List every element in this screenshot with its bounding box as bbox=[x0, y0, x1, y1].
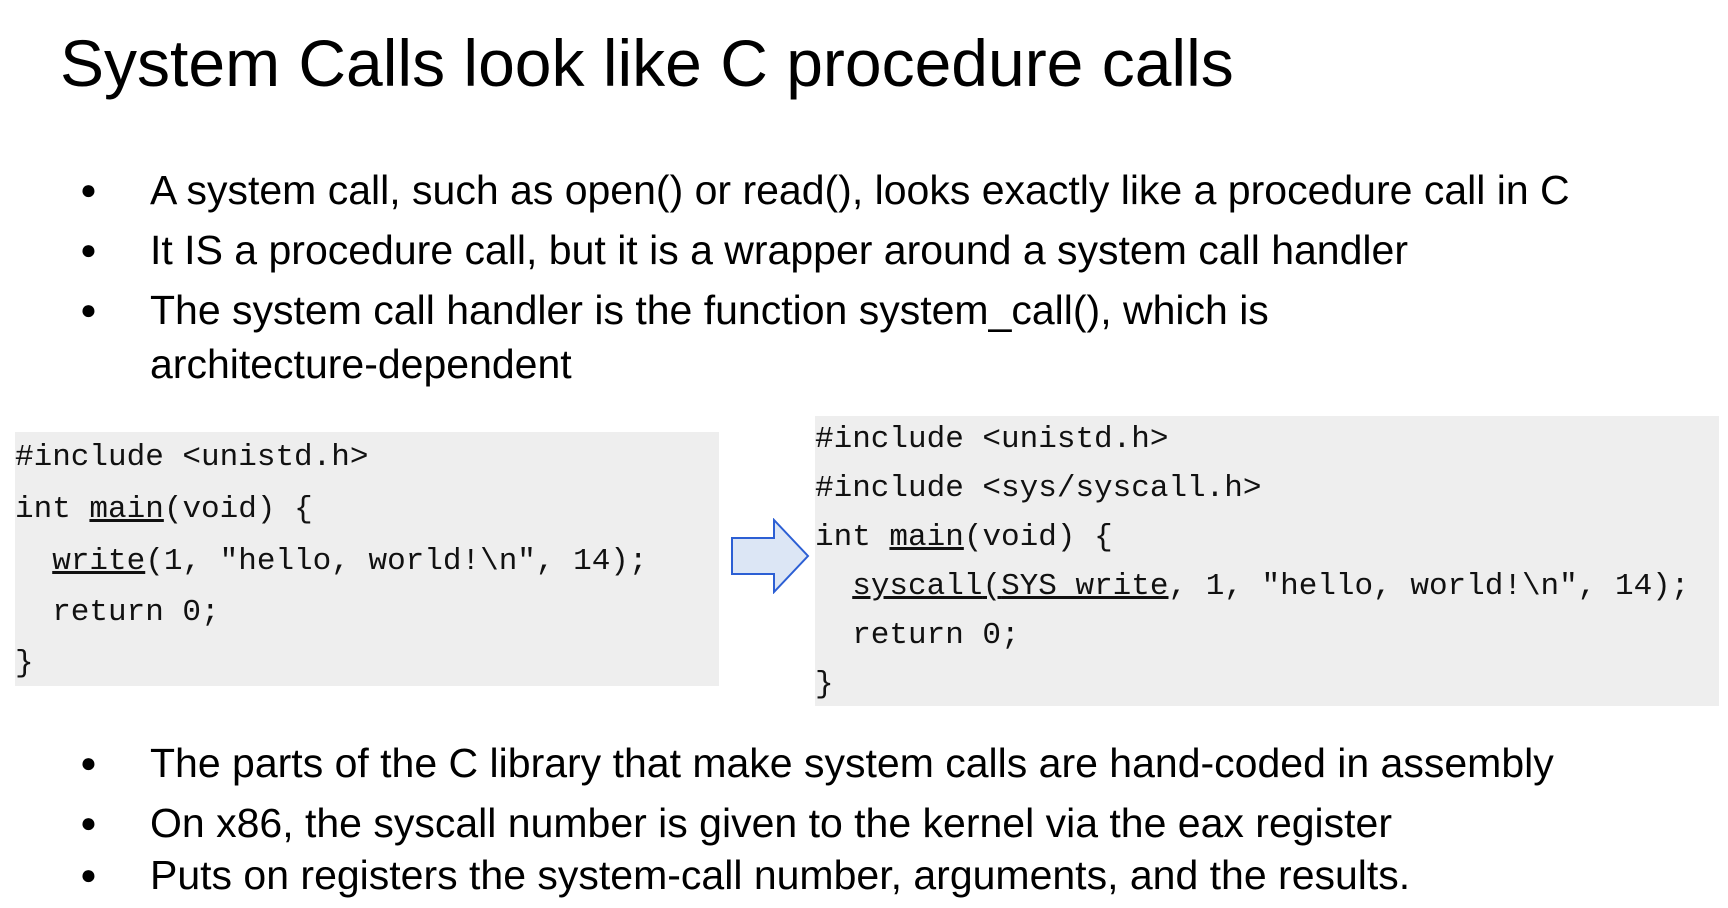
bullet-dot: ● bbox=[80, 174, 97, 205]
code-line: int main(void) { bbox=[15, 490, 313, 530]
code-block-right: #include <unistd.h> #include <sys/syscal… bbox=[815, 416, 1719, 706]
code-block-left: #include <unistd.h> int main(void) { wri… bbox=[15, 432, 719, 686]
bullet-dot: ● bbox=[80, 859, 97, 890]
code-token-constant: SYS_write bbox=[1001, 569, 1169, 604]
code-token: (void) { bbox=[163, 492, 313, 527]
bullet-dot: ● bbox=[80, 747, 97, 778]
code-token-function: syscall bbox=[852, 569, 983, 604]
bullet-text: A system call, such as open() or read(),… bbox=[150, 167, 1570, 213]
code-token: , 1, "hello, world!\n", 14); bbox=[1168, 569, 1690, 604]
bullet-dot: ● bbox=[80, 807, 97, 838]
code-token-function: write bbox=[52, 544, 146, 579]
code-line: } bbox=[815, 667, 834, 702]
bullet-text: The parts of the C library that make sys… bbox=[150, 740, 1554, 786]
bullet-text: On x86, the syscall number is given to t… bbox=[150, 800, 1393, 846]
code-token: int bbox=[15, 492, 90, 527]
code-token-function: main bbox=[889, 520, 964, 555]
bullet-dot: ● bbox=[80, 294, 97, 325]
code-line: syscall(SYS_write, 1, "hello, world!\n",… bbox=[815, 567, 1689, 607]
code-line: #include <unistd.h> bbox=[15, 440, 369, 475]
bullet-text: Puts on registers the system-call number… bbox=[150, 852, 1411, 898]
right-arrow-icon bbox=[731, 518, 810, 594]
bullet-text: architecture-dependent bbox=[150, 341, 572, 387]
code-line: #include <sys/syscall.h> bbox=[815, 471, 1262, 506]
code-line: return 0; bbox=[815, 618, 1020, 653]
bullet-text: The system call handler is the function … bbox=[150, 287, 1269, 333]
code-token: (void) { bbox=[963, 520, 1113, 555]
slide-title: System Calls look like C procedure calls bbox=[60, 26, 1234, 100]
code-line: int main(void) { bbox=[815, 518, 1113, 558]
code-line: return 0; bbox=[15, 595, 220, 630]
bullet-text: It IS a procedure call, but it is a wrap… bbox=[150, 227, 1408, 273]
code-token: int bbox=[815, 520, 890, 555]
code-line: write(1, "hello, world!\n", 14); bbox=[15, 542, 648, 582]
code-token-function: main bbox=[89, 492, 164, 527]
bullet-dot: ● bbox=[80, 234, 97, 265]
code-token: (1, "hello, world!\n", 14); bbox=[145, 544, 648, 579]
code-line: } bbox=[15, 646, 34, 681]
code-line: #include <unistd.h> bbox=[815, 422, 1169, 457]
code-token: ( bbox=[982, 569, 1002, 604]
